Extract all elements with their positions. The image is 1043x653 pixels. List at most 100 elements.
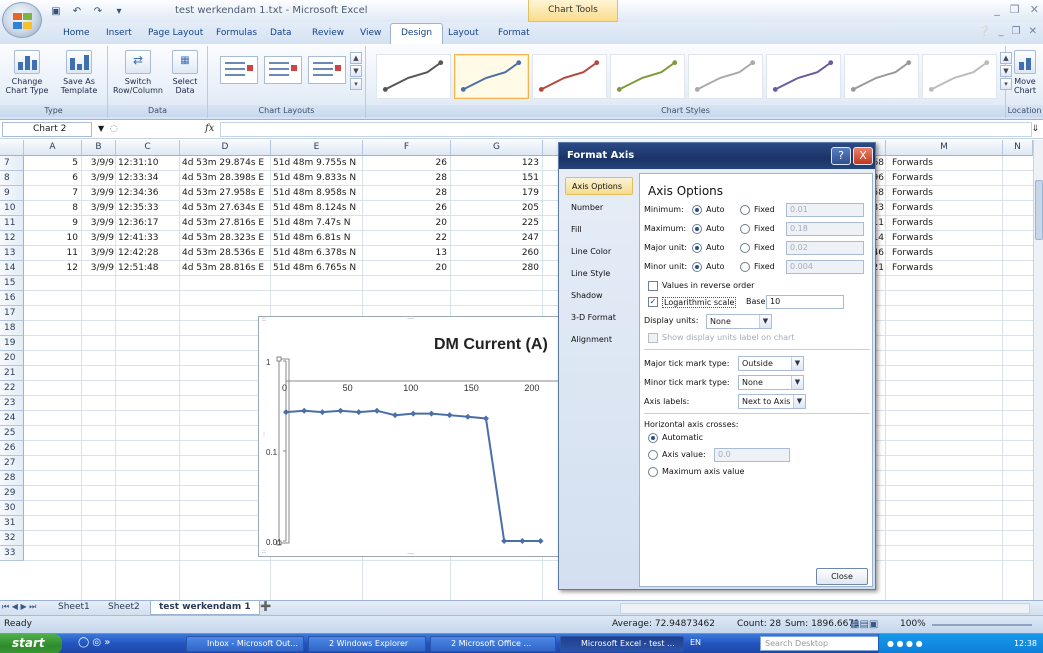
office-button[interactable] (2, 2, 42, 38)
cell-c[interactable]: 12:41:33 (116, 231, 180, 246)
cell-d[interactable]: 4d 53m 29.874s E (180, 156, 271, 171)
row-header[interactable]: 14 (0, 261, 24, 276)
dialog-help-button[interactable]: ? (831, 147, 851, 165)
cell-g[interactable]: 260 (451, 246, 541, 261)
row-header[interactable]: 29 (0, 486, 24, 501)
cell-b[interactable]: 3/9/9 (82, 231, 116, 246)
crosses-axis-value-input[interactable]: 0.0 (714, 448, 790, 462)
tab-insert[interactable]: Insert (98, 26, 140, 40)
column-header-a[interactable]: A (24, 140, 82, 156)
column-header-m[interactable]: M (886, 140, 1003, 156)
reverse-order-checkbox[interactable] (648, 281, 658, 291)
close-icon[interactable]: ✕ (1030, 3, 1039, 16)
row-header[interactable]: 7 (0, 156, 24, 171)
cell-g[interactable]: 205 (451, 201, 541, 216)
cell-a[interactable]: 9 (24, 216, 80, 231)
language-indicator[interactable]: EN (690, 638, 701, 647)
row-header[interactable]: 18 (0, 321, 24, 336)
change-chart-type-button[interactable]: Change Chart Type (2, 50, 52, 95)
chart-style-7[interactable] (844, 54, 919, 99)
chart-layout-1[interactable] (220, 56, 258, 84)
chart-style-3[interactable] (532, 54, 607, 99)
row-header[interactable]: 33 (0, 546, 24, 561)
chart-style-2[interactable] (454, 54, 529, 99)
cell-m[interactable]: Forwards (890, 246, 1000, 261)
tray-icons[interactable]: ● ● ● ● (887, 634, 923, 653)
row-header[interactable]: 16 (0, 291, 24, 306)
row-header[interactable]: 12 (0, 231, 24, 246)
chart-style-5[interactable] (688, 54, 763, 99)
row-header[interactable]: 10 (0, 201, 24, 216)
cell-g[interactable]: 123 (451, 156, 541, 171)
task-inbox[interactable]: Inbox - Microsoft Out... (186, 636, 304, 652)
column-header-e[interactable]: E (271, 140, 363, 156)
row-header[interactable]: 8 (0, 171, 24, 186)
row-header[interactable]: 13 (0, 246, 24, 261)
chart-style-4[interactable] (610, 54, 685, 99)
chart-layout-2[interactable] (264, 56, 302, 84)
minor-unit-auto-radio[interactable] (692, 262, 702, 272)
column-header-n[interactable]: N (1003, 140, 1033, 156)
cell-f[interactable]: 20 (363, 216, 449, 231)
cell-a[interactable]: 5 (24, 156, 80, 171)
row-header[interactable]: 24 (0, 411, 24, 426)
major-unit-auto-radio[interactable] (692, 243, 702, 253)
cell-b[interactable]: 3/9/9 (82, 186, 116, 201)
cell-e[interactable]: 51d 48m 7.47s N (271, 216, 363, 231)
sheet-tab-test-werkendam[interactable]: test werkendam 1 (150, 601, 260, 615)
cell-m[interactable]: Forwards (890, 261, 1000, 276)
expand-formula-icon[interactable]: ⇓ (1031, 124, 1039, 134)
cell-b[interactable]: 3/9/9 (82, 171, 116, 186)
minimum-auto-radio[interactable] (692, 205, 702, 215)
maximum-auto-radio[interactable] (692, 224, 702, 234)
column-header-f[interactable]: F (363, 140, 451, 156)
workbook-restore-icon[interactable]: ❐ (1012, 26, 1021, 37)
workbook-minimize-icon[interactable]: _ (999, 26, 1004, 37)
task-windows-explorer[interactable]: 2 Windows Explorer (308, 636, 426, 652)
cell-e[interactable]: 51d 48m 6.378s N (271, 246, 363, 261)
cell-f[interactable]: 20 (363, 261, 449, 276)
cell-g[interactable]: 225 (451, 216, 541, 231)
tab-home[interactable]: Home (55, 26, 98, 40)
cell-m[interactable]: Forwards (890, 231, 1000, 246)
cell-a[interactable]: 10 (24, 231, 80, 246)
category-alignment[interactable]: Alignment (565, 331, 633, 349)
cell-c[interactable]: 12:34:36 (116, 186, 180, 201)
column-header-b[interactable]: B (82, 140, 116, 156)
layouts-up-icon[interactable]: ▲ (350, 52, 362, 64)
cell-f[interactable]: 13 (363, 246, 449, 261)
category-shadow[interactable]: Shadow (565, 287, 633, 305)
row-header[interactable]: 25 (0, 426, 24, 441)
move-chart-button[interactable]: Move Chart (1010, 50, 1040, 95)
tab-view[interactable]: View (352, 26, 389, 40)
cell-f[interactable]: 28 (363, 171, 449, 186)
view-buttons[interactable]: ▦▤▣ (850, 616, 878, 633)
cell-f[interactable]: 26 (363, 201, 449, 216)
cell-b[interactable]: 3/9/9 (82, 156, 116, 171)
row-header[interactable]: 23 (0, 396, 24, 411)
category-axis-options[interactable]: Axis Options (565, 177, 633, 195)
major-tick-select[interactable]: Outside ▼ (738, 356, 804, 371)
cell-e[interactable]: 51d 48m 9.833s N (271, 171, 363, 186)
cell-m[interactable]: Forwards (890, 186, 1000, 201)
column-header-d[interactable]: D (180, 140, 271, 156)
save-as-template-button[interactable]: Save As Template (54, 50, 104, 95)
cell-a[interactable]: 12 (24, 261, 80, 276)
cell-e[interactable]: 51d 48m 6.765s N (271, 261, 363, 276)
maximum-value-input[interactable]: 0.18 (786, 222, 864, 236)
insert-function-icon[interactable]: fx (205, 123, 214, 134)
desktop-search-input[interactable]: Search Desktop (760, 636, 890, 651)
row-header[interactable]: 21 (0, 366, 24, 381)
show-units-checkbox[interactable] (648, 333, 658, 343)
zoom-level[interactable]: 100% (900, 616, 926, 633)
undo-icon[interactable]: ↶ (69, 4, 85, 18)
row-header[interactable]: 22 (0, 381, 24, 396)
tab-layout[interactable]: Layout (440, 26, 487, 40)
switch-row-column-button[interactable]: ⇄ Switch Row/Column (112, 50, 164, 95)
minimize-icon[interactable]: _ (994, 3, 1000, 16)
row-header[interactable]: 11 (0, 216, 24, 231)
cell-d[interactable]: 4d 53m 28.398s E (180, 171, 271, 186)
start-button[interactable]: start (0, 634, 62, 653)
horizontal-scrollbar[interactable] (620, 603, 1030, 614)
sheet-tab-sheet1[interactable]: Sheet1 (50, 601, 98, 615)
